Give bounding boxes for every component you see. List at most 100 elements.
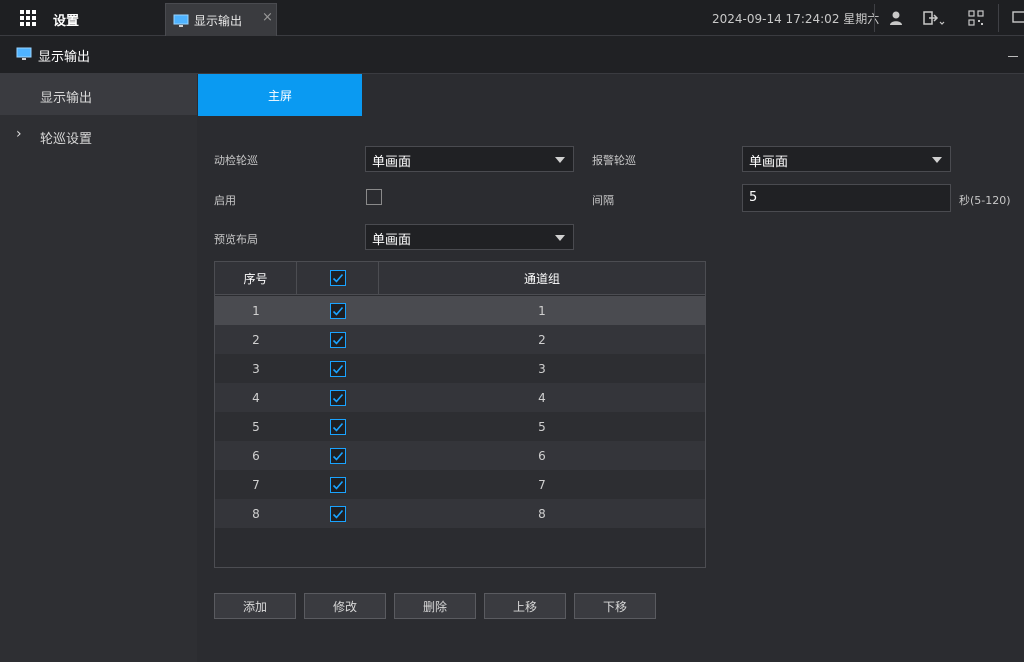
sidebar-item-label: 轮巡设置	[40, 132, 93, 147]
row-checkbox[interactable]	[330, 389, 346, 406]
tab-main-screen[interactable]: 主屏	[198, 74, 362, 116]
cell-checkbox	[297, 412, 379, 441]
enable-label: 启用	[214, 194, 236, 207]
enable-checkbox[interactable]	[366, 189, 382, 205]
apps-grid-icon[interactable]	[20, 10, 36, 26]
row-checkbox[interactable]	[330, 418, 346, 435]
cell-index: 4	[252, 390, 260, 405]
table-header: 序号 通道组	[215, 262, 705, 295]
cell-index: 7	[252, 477, 260, 492]
datetime-display: 2024-09-14 17:24:02 星期六	[712, 12, 880, 26]
table-row[interactable]: 66	[215, 441, 705, 470]
table-row[interactable]: 88	[215, 499, 705, 528]
top-bar: 设置 显示输出 × 2024-09-14 17:24:02 星期六	[0, 0, 1024, 36]
move-up-button[interactable]: 上移	[484, 593, 566, 619]
monitor-icon[interactable]	[1012, 9, 1024, 27]
column-header-select	[297, 262, 379, 294]
sidebar-item-tour-settings[interactable]: › 轮巡设置	[0, 115, 197, 156]
cell-checkbox	[297, 499, 379, 528]
cell-channel-group: 7	[538, 477, 546, 492]
select-value: 单画面	[372, 233, 412, 248]
delete-button[interactable]: 删除	[394, 593, 476, 619]
check-icon	[332, 273, 343, 283]
cell-checkbox	[297, 325, 379, 354]
table-row[interactable]: 33	[215, 354, 705, 383]
caret-down-icon	[932, 157, 942, 163]
table-row[interactable]: 11	[215, 296, 705, 325]
check-icon	[332, 364, 344, 374]
move-down-button[interactable]: 下移	[574, 593, 656, 619]
row-checkbox[interactable]	[330, 302, 346, 319]
sidebar-item-display-output[interactable]: 显示输出	[0, 74, 197, 115]
user-icon[interactable]	[887, 9, 905, 27]
select-value: 单画面	[749, 155, 789, 170]
check-icon	[332, 451, 344, 461]
cell-index: 2	[252, 332, 260, 347]
main-content: 主屏 动检轮巡 单画面 报警轮巡 单画面 启用 间隔 5 秒(5-120) 预览…	[197, 74, 1024, 662]
row-checkbox[interactable]	[330, 331, 346, 348]
cell-index: 5	[252, 419, 260, 434]
chevron-right-icon: ›	[16, 126, 22, 142]
cell-channel-group: 1	[538, 303, 546, 318]
check-icon	[332, 509, 344, 519]
page-title: 显示输出	[38, 50, 91, 65]
row-checkbox[interactable]	[330, 476, 346, 493]
add-button[interactable]: 添加	[214, 593, 296, 619]
alarm-tour-select[interactable]: 单画面	[742, 146, 951, 172]
table-row[interactable]: 22	[215, 325, 705, 354]
divider	[998, 4, 999, 32]
column-header-index: 序号	[215, 262, 297, 294]
row-checkbox[interactable]	[330, 447, 346, 464]
qrcode-icon[interactable]	[967, 9, 985, 27]
cell-checkbox	[297, 470, 379, 499]
check-icon	[332, 335, 344, 345]
interval-input[interactable]: 5	[742, 184, 951, 212]
apps-menu[interactable]: 设置	[0, 0, 165, 36]
edit-button[interactable]: 修改	[304, 593, 386, 619]
column-header-channel-group: 通道组	[523, 271, 560, 286]
row-checkbox[interactable]	[330, 505, 346, 522]
cell-channel-group: 6	[538, 448, 546, 463]
tab-label: 显示输出	[194, 14, 243, 28]
apps-title: 设置	[53, 14, 80, 29]
caret-down-icon	[555, 235, 565, 241]
cell-checkbox	[297, 296, 379, 325]
select-all-checkbox[interactable]	[329, 270, 346, 286]
check-icon	[332, 480, 344, 490]
page-header: 显示输出	[0, 36, 1024, 74]
motion-tour-select[interactable]: 单画面	[365, 146, 574, 172]
cell-channel-group: 5	[538, 419, 546, 434]
sidebar-item-label: 显示输出	[40, 91, 93, 106]
cell-checkbox	[297, 383, 379, 412]
check-icon	[332, 306, 344, 316]
preview-layout-label: 预览布局	[214, 233, 258, 246]
cell-channel-group: 2	[538, 332, 546, 347]
table-row[interactable]: 77	[215, 470, 705, 499]
select-value: 单画面	[372, 155, 412, 170]
channel-group-table: 序号 通道组 1122334455667788	[214, 261, 706, 568]
tab-close-icon[interactable]: ×	[262, 10, 273, 25]
interval-label: 间隔	[592, 194, 614, 207]
motion-tour-label: 动检轮巡	[214, 154, 258, 167]
cell-checkbox	[297, 441, 379, 470]
cell-index: 3	[252, 361, 260, 376]
cell-index: 1	[252, 303, 260, 318]
caret-down-icon	[555, 157, 565, 163]
table-row[interactable]: 44	[215, 383, 705, 412]
cell-index: 6	[252, 448, 260, 463]
tab-display-output[interactable]: 显示输出 ×	[165, 3, 277, 36]
table-row[interactable]: 55	[215, 412, 705, 441]
sidebar: 显示输出 › 轮巡设置	[0, 74, 197, 662]
interval-unit: 秒(5-120)	[959, 194, 1011, 207]
divider	[874, 4, 875, 32]
row-checkbox[interactable]	[330, 360, 346, 377]
check-icon	[332, 393, 344, 403]
cell-channel-group: 4	[538, 390, 546, 405]
preview-layout-select[interactable]: 单画面	[365, 224, 574, 250]
monitor-icon	[16, 47, 32, 60]
check-icon	[332, 422, 344, 432]
minimize-icon[interactable]	[1008, 56, 1018, 57]
cell-channel-group: 3	[538, 361, 546, 376]
cell-channel-group: 8	[538, 506, 546, 521]
logout-icon[interactable]	[921, 9, 947, 27]
